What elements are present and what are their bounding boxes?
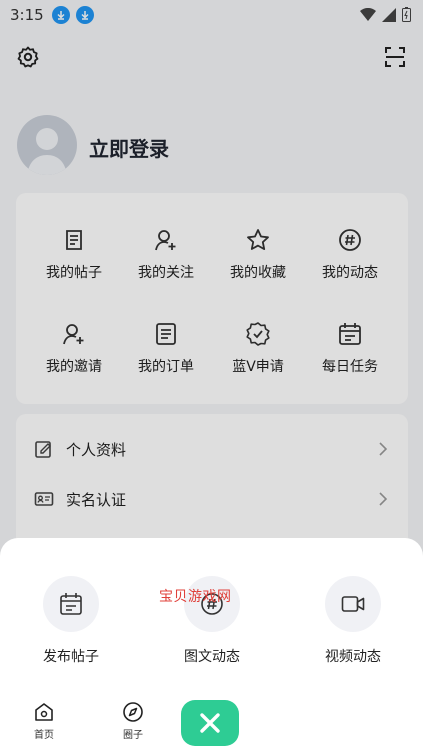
publish-post-button[interactable]: 发布帖子	[21, 576, 121, 666]
video-post-button[interactable]: 视频动态	[303, 576, 403, 666]
publish-post-icon-wrap	[43, 576, 99, 632]
tab-home[interactable]: 首页	[24, 701, 64, 741]
video-icon-wrap	[325, 576, 381, 632]
close-icon	[200, 713, 220, 733]
action-label: 图文动态	[184, 649, 240, 665]
action-label: 视频动态	[325, 649, 381, 665]
video-icon	[341, 596, 365, 612]
tab-label: 圈子	[123, 730, 143, 741]
tab-label: 首页	[34, 730, 54, 741]
action-label: 发布帖子	[43, 649, 99, 665]
compass-icon	[123, 702, 143, 722]
calendar-icon	[60, 593, 82, 615]
close-sheet-button[interactable]	[181, 700, 239, 746]
profile-screen: 3:15 立即登录 我的帖子 我的关注 我的收藏 我的动态 我的邀请 我的订单 …	[0, 0, 423, 752]
tab-circle[interactable]: 圈子	[113, 701, 153, 741]
home-icon	[35, 703, 53, 721]
site-watermark: 宝贝游戏网	[159, 589, 232, 605]
